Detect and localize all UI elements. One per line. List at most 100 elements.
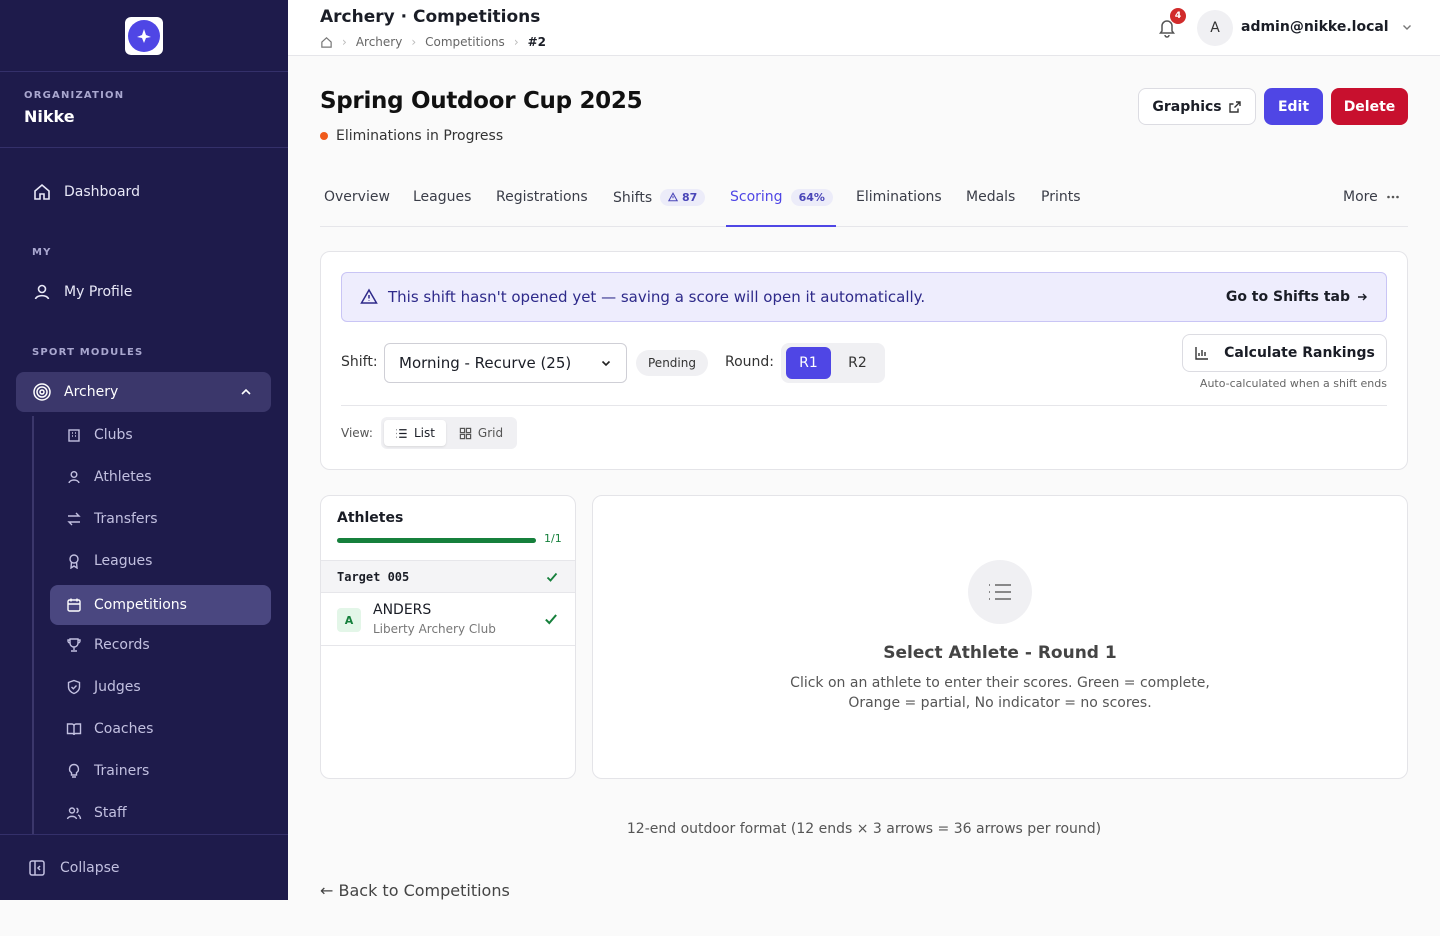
calculate-rankings-button[interactable]: Calculate Rankings	[1182, 334, 1387, 372]
grid-icon	[459, 427, 472, 439]
sidebar-item-transfers[interactable]: Transfers	[66, 511, 158, 527]
sidebar-item-my-profile[interactable]: My Profile	[32, 282, 132, 302]
sidebar-item-clubs[interactable]: Clubs	[66, 427, 133, 443]
competition-status: Eliminations in Progress	[320, 128, 503, 144]
sidebar-item-leagues[interactable]: Leagues	[66, 553, 152, 569]
active-tab-indicator	[726, 225, 836, 227]
breadcrumb-competitions[interactable]: Competitions	[425, 35, 505, 49]
tab-label: Eliminations	[856, 189, 942, 205]
sidebar-item-dashboard[interactable]: Dashboard	[32, 182, 140, 202]
tab-shifts[interactable]: Shifts 87	[613, 189, 706, 206]
athlete-avatar: A	[337, 608, 361, 632]
my-section-label: MY	[32, 247, 52, 258]
calculate-hint: Auto-calculated when a shift ends	[1199, 377, 1387, 390]
round-selector: R1 R2	[781, 343, 885, 383]
breadcrumb-archery[interactable]: Archery	[356, 35, 403, 49]
delete-button[interactable]: Delete	[1331, 88, 1408, 125]
sidebar-item-staff[interactable]: Staff	[66, 805, 127, 821]
athlete-club: Liberty Archery Club	[373, 622, 496, 636]
go-to-shifts-link[interactable]: Go to Shifts tab	[1226, 289, 1368, 305]
sidebar: ORGANIZATION Nikke Dashboard MY My Profi…	[0, 0, 288, 900]
back-to-competitions-link[interactable]: ← Back to Competitions	[320, 881, 510, 900]
tab-label: More	[1343, 189, 1378, 205]
target-group-header: Target 005	[321, 560, 575, 593]
chevron-up-icon	[241, 388, 251, 395]
shield-check-icon	[67, 679, 81, 695]
home-icon	[34, 183, 50, 200]
lightbulb-icon	[68, 763, 80, 778]
sidebar-item-trainers[interactable]: Trainers	[66, 763, 149, 779]
bar-chart-icon	[1195, 347, 1209, 360]
shift-select[interactable]: Morning - Recurve (25)	[384, 343, 627, 383]
chevron-down-icon	[1403, 25, 1412, 30]
notification-badge: 4	[1170, 8, 1186, 24]
users-icon	[66, 807, 82, 820]
logo-area	[0, 0, 288, 72]
tab-label: Medals	[966, 189, 1016, 205]
sidebar-item-label: Coaches	[94, 721, 154, 737]
format-note: 12-end outdoor format (12 ends × 3 arrow…	[626, 821, 1102, 837]
list-icon	[396, 428, 407, 438]
sidebar-item-records[interactable]: Records	[66, 637, 150, 653]
collapse-button[interactable]: Collapse	[0, 834, 288, 900]
status-text: Eliminations in Progress	[336, 128, 504, 144]
tab-eliminations[interactable]: Eliminations	[856, 189, 942, 205]
top-bar: Archery · Competitions › Archery › Compe…	[288, 0, 1440, 56]
tree-line	[32, 416, 34, 834]
view-grid-button[interactable]: Grid	[450, 420, 512, 446]
shift-status-badge: Pending	[636, 350, 708, 376]
shifts-badge-count: 87	[681, 191, 698, 204]
avatar[interactable]: A	[1197, 10, 1233, 46]
tab-more[interactable]: More	[1343, 189, 1400, 205]
tab-prints[interactable]: Prints	[1041, 189, 1081, 205]
tab-leagues[interactable]: Leagues	[413, 189, 471, 205]
target-icon	[33, 383, 51, 401]
round-option-r1[interactable]: R1	[786, 347, 831, 379]
sidebar-item-label: Judges	[94, 679, 141, 695]
transfer-icon	[67, 512, 81, 526]
view-toggle: List Grid	[381, 417, 517, 449]
sidebar-item-coaches[interactable]: Coaches	[66, 721, 153, 737]
org-switcher[interactable]: ORGANIZATION Nikke	[0, 72, 288, 148]
round-option-r2[interactable]: R2	[835, 347, 880, 379]
tab-medals[interactable]: Medals	[966, 189, 1015, 205]
shift-not-open-banner: This shift hasn't opened yet — saving a …	[341, 272, 1387, 322]
view-list-button[interactable]: List	[384, 420, 446, 446]
sidebar-item-label: Competitions	[94, 597, 187, 613]
shift-select-value: Morning - Recurve (25)	[399, 354, 572, 372]
athletes-title: Athletes	[337, 510, 404, 526]
athlete-row[interactable]: A ANDERS Liberty Archery Club	[321, 593, 575, 646]
graphics-button[interactable]: Graphics	[1138, 88, 1256, 125]
tab-scoring[interactable]: Scoring 64%	[730, 189, 833, 227]
tab-label: Prints	[1041, 189, 1081, 205]
tab-label: Shifts	[613, 189, 653, 206]
sidebar-collapse-icon	[29, 859, 45, 876]
view-list-label: List	[414, 426, 435, 440]
user-menu[interactable]: admin@nikke.local	[1241, 19, 1413, 35]
round-label: Round:	[725, 354, 775, 370]
divider	[341, 405, 1387, 406]
tab-registrations[interactable]: Registrations	[496, 189, 588, 205]
edit-button[interactable]: Edit	[1264, 88, 1323, 125]
sidebar-item-competitions[interactable]: Competitions	[50, 585, 271, 625]
sidebar-item-archery[interactable]: Archery	[16, 372, 271, 412]
tab-label: Registrations	[496, 189, 588, 205]
tab-overview[interactable]: Overview	[324, 189, 390, 205]
empty-state-line1: Click on an athlete to enter their score…	[790, 675, 1210, 691]
sidebar-item-judges[interactable]: Judges	[66, 679, 141, 695]
external-link-icon	[1228, 100, 1241, 113]
sidebar-item-label: Transfers	[94, 511, 158, 527]
sport-modules-label: SPORT MODULES	[32, 347, 144, 358]
sidebar-item-athletes[interactable]: Athletes	[66, 469, 152, 485]
warning-icon	[668, 192, 679, 202]
calendar-icon	[67, 598, 81, 612]
app-logo[interactable]	[125, 16, 163, 55]
breadcrumb-current: #2	[527, 35, 547, 49]
graphics-label: Graphics	[1152, 98, 1222, 115]
empty-state-title: Select Athlete - Round 1	[883, 643, 1117, 663]
collapse-label: Collapse	[60, 859, 120, 876]
empty-state-icon	[968, 560, 1032, 624]
athletes-progress-fill	[337, 538, 536, 543]
user-icon	[34, 284, 50, 300]
target-label: Target 005	[337, 570, 410, 584]
